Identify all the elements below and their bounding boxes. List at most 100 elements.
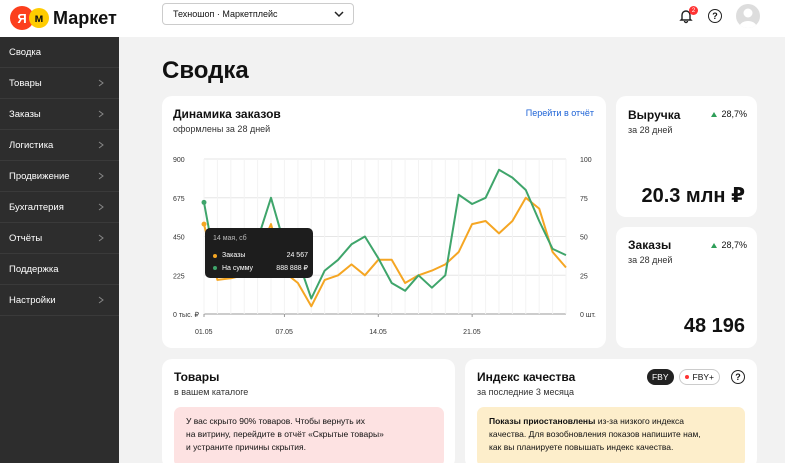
chip-label: FBY+ — [692, 372, 715, 382]
x-tick-label: 07.05 — [275, 329, 293, 336]
sidebar-item-goods[interactable]: Товары — [0, 68, 119, 99]
sidebar-item-label: Сводка — [9, 46, 42, 58]
notice-line: и устраните причины скрытия. — [186, 442, 307, 452]
chevron-right-icon — [98, 110, 104, 118]
user-avatar-icon — [739, 8, 757, 28]
quality-title: Индекс качества — [477, 370, 576, 384]
kpi-change-value: 28,7% — [721, 240, 747, 250]
sidebar-item-label: Товары — [9, 77, 42, 89]
tooltip-row-orders: Заказы 24 567 — [213, 252, 308, 259]
chevron-right-icon — [98, 141, 104, 149]
sidebar-item-label: Заказы — [9, 108, 41, 120]
x-tick-label: 21.05 — [463, 329, 481, 336]
trend-up-icon — [711, 111, 718, 117]
notice-line: У вас скрыто 90% товаров. Чтобы вернуть … — [186, 416, 365, 426]
market-logo-icon: м — [29, 8, 49, 28]
kpi-change-value: 28,7% — [721, 109, 747, 119]
quality-notice: Показы приостановлены из-за низкого инде… — [477, 407, 745, 463]
shop-selector-value: Техношоп · Маркетплейс — [173, 9, 278, 19]
sidebar-item-label: Отчёты — [9, 232, 43, 244]
goods-card: Товары в вашем каталоге У вас скрыто 90%… — [162, 359, 455, 463]
chevron-right-icon — [98, 172, 104, 180]
x-tick-label: 01.05 — [195, 329, 213, 336]
yandex-market-logo[interactable]: Я м Маркет — [10, 6, 117, 30]
chip-fby[interactable]: FBY — [646, 369, 674, 385]
header-actions: 2 ? — [678, 4, 760, 28]
y-left-tick-label: 675 — [173, 196, 185, 203]
orders-line-chart: 900 100 675 75 450 50 225 25 0 тыс. ₽ 0 шт. 01.05 0… — [173, 157, 596, 336]
goods-title: Товары — [174, 370, 220, 384]
page-title: Сводка — [162, 57, 249, 84]
sidebar-item-label: Поддержка — [9, 263, 59, 275]
kpi-title: Заказы — [628, 238, 672, 252]
chip-fby-plus[interactable]: FBY+ — [678, 369, 720, 385]
tooltip-row-sum: На сумму 888 888 ₽ — [213, 264, 308, 272]
quality-index-card: Индекс качества за последние 3 месяца FB… — [465, 359, 757, 463]
hidden-goods-notice: У вас скрыто 90% товаров. Чтобы вернуть … — [174, 407, 444, 463]
quality-subtitle: за последние 3 месяца — [477, 387, 575, 397]
chevron-right-icon — [98, 79, 104, 87]
kpi-subtitle: за 28 дней — [628, 125, 673, 135]
top-bar: Я м Маркет Техношоп · Маркетплейс 2 ? — [0, 0, 785, 37]
revenue-kpi-card[interactable]: Выручка за 28 дней 28,7% 20.3 млн ₽ — [616, 96, 757, 217]
sidebar-item-logistics[interactable]: Логистика — [0, 130, 119, 161]
sidebar-item-promotion[interactable]: Продвижение — [0, 161, 119, 192]
notifications-badge: 2 — [689, 6, 698, 15]
orders-dot-icon — [213, 253, 217, 258]
quality-filters: FBY FBY+ ? — [646, 369, 745, 385]
notice-line: Показы приостановлены из-за низкого инде… — [489, 415, 733, 428]
help-icon[interactable]: ? — [731, 370, 745, 384]
sidebar-item-summary[interactable]: Сводка — [0, 37, 119, 68]
notice-rest: из-за низкого индекса — [595, 416, 684, 426]
sum-dot-icon — [213, 266, 217, 270]
sidebar-item-support[interactable]: Поддержка — [0, 254, 119, 285]
tooltip-label: Заказы — [222, 252, 246, 259]
notice-line: как вы планируете повышать индекс качест… — [489, 442, 674, 452]
goods-subtitle: в вашем каталоге — [174, 387, 249, 397]
series-point-sum — [201, 199, 207, 205]
help-icon[interactable]: ? — [708, 9, 722, 23]
kpi-subtitle: за 28 дней — [628, 255, 673, 265]
notice-line: на витрину, перейдите в отчёт «Скрытые т… — [186, 429, 384, 439]
red-dot-icon — [684, 375, 689, 379]
y-right-tick-label: 25 — [580, 273, 588, 280]
sidebar: Сводка Товары Заказы Логистика Продвижен… — [0, 37, 119, 463]
shop-selector[interactable]: Техношоп · Маркетплейс — [162, 3, 354, 25]
chevron-right-icon — [98, 296, 104, 304]
y-right-tick-label: 0 шт. — [580, 312, 596, 319]
chevron-down-icon — [334, 11, 344, 18]
series-point-orders — [201, 221, 207, 227]
y-left-tick-label: 0 тыс. ₽ — [173, 311, 199, 319]
y-right-tick-label: 75 — [580, 196, 588, 203]
sidebar-item-accounting[interactable]: Бухгалтерия — [0, 192, 119, 223]
chevron-right-icon — [98, 203, 104, 211]
tooltip-value: 888 888 ₽ — [276, 265, 308, 272]
chevron-right-icon — [98, 234, 104, 242]
kpi-change: 28,7% — [711, 109, 747, 119]
sidebar-item-settings[interactable]: Настройки — [0, 285, 119, 316]
tooltip-value: 24 567 — [286, 252, 308, 259]
avatar[interactable] — [736, 4, 760, 28]
kpi-change: 28,7% — [711, 240, 747, 250]
trend-up-icon — [711, 242, 718, 248]
sidebar-item-label: Настройки — [9, 294, 56, 306]
sidebar-item-label: Бухгалтерия — [9, 201, 64, 213]
y-right-tick-label: 50 — [580, 235, 588, 242]
x-tick-label: 14.05 — [369, 329, 387, 336]
kpi-title: Выручка — [628, 108, 681, 122]
notifications-button[interactable]: 2 — [678, 6, 698, 24]
notice-line: качества. Для возобновления показов напи… — [489, 429, 701, 439]
sidebar-item-reports[interactable]: Отчёты — [0, 223, 119, 254]
chart-tooltip: 14 мая, сб Заказы 24 567 На сумму 888 88… — [205, 228, 313, 278]
sidebar-item-orders[interactable]: Заказы — [0, 99, 119, 130]
y-right-tick-label: 100 — [580, 157, 592, 164]
y-left-tick-label: 450 — [173, 235, 185, 242]
y-left-tick-label: 900 — [173, 157, 185, 164]
logo-text: Маркет — [53, 7, 117, 28]
tooltip-label: На сумму — [222, 264, 254, 272]
sidebar-item-label: Продвижение — [9, 170, 70, 182]
y-left-tick-label: 225 — [173, 273, 185, 280]
tooltip-date: 14 мая, сб — [213, 235, 247, 242]
orders-kpi-card[interactable]: Заказы за 28 дней 28,7% 48 196 — [616, 227, 757, 348]
kpi-value: 48 196 — [683, 315, 745, 337]
